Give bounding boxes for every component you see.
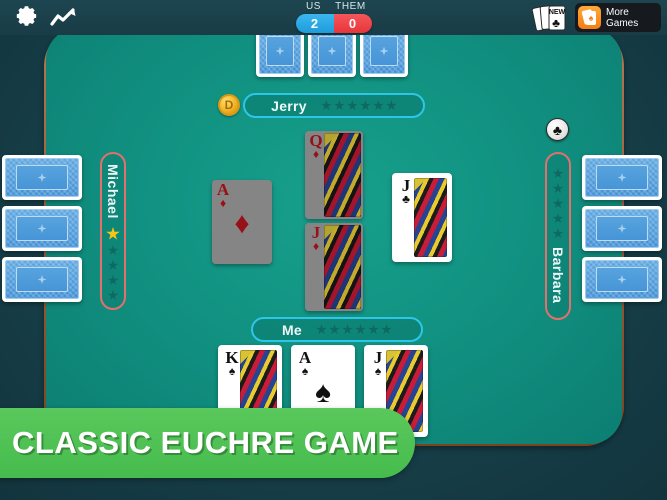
played-card-bottom-art [324, 225, 361, 309]
svg-text:♣: ♣ [552, 16, 560, 30]
player-stars-bottom [316, 324, 392, 335]
svg-text:NEW: NEW [549, 9, 566, 16]
player-name-right: Barbara [550, 247, 566, 304]
played-card-top-art [324, 133, 361, 217]
played-card-bottom: J ♦ [305, 223, 363, 311]
played-card-right-art [414, 178, 447, 257]
player-name-left: Michael [105, 164, 121, 219]
score-label-us: US [305, 1, 322, 12]
more-games-label: More Games [606, 7, 638, 29]
top-bar: US THEM 2 0 NEW ♣ ♠ More Games [0, 0, 667, 35]
hand-card-1-bigsuit: ♠ [315, 375, 331, 409]
new-deck-icon[interactable]: NEW ♣ [531, 3, 570, 33]
more-games-button[interactable]: ♠ More Games [575, 3, 661, 32]
player-stars-top [321, 100, 397, 111]
opponent-card-back [582, 155, 662, 200]
promo-banner-text: CLASSIC EUCHRE GAME [12, 425, 399, 460]
played-card-top: Q ♦ [305, 131, 363, 219]
player-name-top: Jerry [271, 97, 307, 114]
svg-text:♠: ♠ [589, 13, 594, 23]
opponent-card-back [2, 206, 82, 251]
hand-card-2-suit: ♠ [374, 364, 382, 378]
player-stars-right [552, 168, 564, 239]
player-name-bottom: Me [281, 321, 303, 338]
trump-suit-badge: ♣ [546, 118, 569, 141]
more-games-line2: Games [606, 17, 639, 29]
score-pill: 2 0 [295, 14, 372, 33]
opponent-card-back [2, 257, 82, 302]
player-plate-left[interactable]: Michael [100, 152, 126, 310]
score-value-them: 0 [333, 14, 372, 33]
more-games-icon: ♠ [578, 6, 601, 29]
score-label-them: THEM [335, 1, 366, 12]
played-card-right: J ♣ [392, 173, 452, 262]
played-card-bottom-suit: ♦ [312, 239, 320, 253]
opponent-card-back [582, 257, 662, 302]
game-screen: US THEM 2 0 NEW ♣ ♠ More Games D Jerry M… [0, 0, 667, 500]
opponent-card-back [582, 206, 662, 251]
player-stars-left [106, 226, 120, 301]
played-card-right-suit: ♣ [402, 192, 410, 206]
played-card-left-bigsuit: ♦ [234, 206, 250, 240]
played-card-left: A ♦ ♦ [212, 180, 272, 264]
player-plate-top[interactable]: Jerry [243, 93, 425, 118]
more-games-line1: More [606, 6, 629, 18]
opponent-card-back [2, 155, 82, 200]
score-value-us: 2 [295, 14, 334, 33]
dealer-coin: D [218, 94, 240, 116]
player-plate-right[interactable]: Barbara [545, 152, 571, 320]
player-plate-bottom[interactable]: Me [251, 317, 423, 342]
promo-banner: CLASSIC EUCHRE GAME [0, 408, 415, 478]
